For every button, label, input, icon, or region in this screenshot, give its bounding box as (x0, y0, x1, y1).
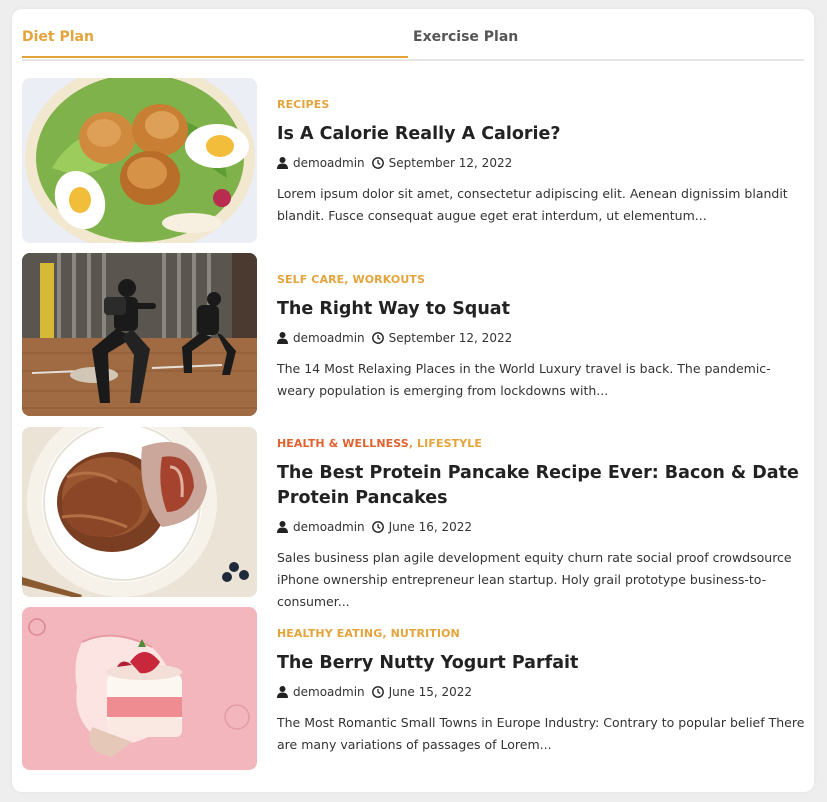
post-date: September 12, 2022 (388, 156, 513, 170)
post-title[interactable]: The Best Protein Pancake Recipe Ever: Ba… (277, 461, 807, 511)
post-info: HEALTH & WELLNESS, LIFESTYLE The Best Pr… (277, 437, 807, 613)
post-tabs-widget: Diet Plan Exercise Plan RECIPES Is A Cal… (12, 9, 814, 792)
category-link[interactable]: RECIPES (277, 98, 329, 111)
post-info: SELF CARE, WORKOUTS The Right Way to Squ… (277, 273, 807, 402)
user-icon (277, 332, 288, 344)
user-icon (277, 521, 288, 533)
post-meta: demoadmin June 15, 2022 (277, 684, 807, 700)
post-item: RECIPES Is A Calorie Really A Calorie? d… (22, 78, 804, 243)
post-categories: HEALTH & WELLNESS, LIFESTYLE (277, 437, 807, 451)
post-info: RECIPES Is A Calorie Really A Calorie? d… (277, 98, 807, 227)
clock-icon (371, 332, 384, 344)
post-item: HEALTHY EATING, NUTRITION The Berry Nutt… (22, 607, 804, 770)
post-categories: RECIPES (277, 98, 807, 112)
post-item: HEALTH & WELLNESS, LIFESTYLE The Best Pr… (22, 427, 804, 609)
category-link[interactable]: NUTRITION (391, 627, 460, 640)
category-link[interactable]: HEALTH & WELLNESS (277, 437, 409, 450)
category-link[interactable]: LIFESTYLE (417, 437, 482, 450)
post-thumbnail-pancakes[interactable] (22, 427, 257, 597)
category-link[interactable]: SELF CARE (277, 273, 344, 286)
post-thumbnail-parfait[interactable] (22, 607, 257, 770)
post-excerpt: Lorem ipsum dolor sit amet, consectetur … (277, 186, 788, 223)
post-title[interactable]: The Right Way to Squat (277, 297, 807, 322)
post-author[interactable]: demoadmin (293, 519, 365, 535)
post-meta: demoadmin September 12, 2022 (277, 155, 807, 171)
post-thumbnail-squat[interactable] (22, 253, 257, 416)
post-title[interactable]: Is A Calorie Really A Calorie? (277, 122, 807, 147)
category-link[interactable]: HEALTHY EATING (277, 627, 382, 640)
tab-diet-plan[interactable]: Diet Plan (22, 9, 408, 57)
user-icon (277, 686, 288, 698)
post-excerpt: The Most Romantic Small Towns in Europe … (277, 715, 805, 752)
post-date: June 15, 2022 (388, 685, 473, 699)
tab-exercise-plan[interactable]: Exercise Plan (413, 9, 804, 57)
post-date: June 16, 2022 (388, 520, 473, 534)
post-date: September 12, 2022 (388, 331, 513, 345)
category-separator: , (382, 627, 391, 640)
active-tab-indicator (22, 56, 408, 58)
post-thumbnail-salad[interactable] (22, 78, 257, 243)
post-info: HEALTHY EATING, NUTRITION The Berry Nutt… (277, 627, 807, 756)
post-meta: demoadmin September 12, 2022 (277, 330, 807, 346)
post-meta: demoadmin June 16, 2022 (277, 519, 807, 535)
clock-icon (371, 157, 384, 169)
post-excerpt: Sales business plan agile development eq… (277, 550, 792, 609)
clock-icon (371, 521, 384, 533)
category-separator: , (408, 437, 418, 450)
post-title[interactable]: The Berry Nutty Yogurt Parfait (277, 651, 807, 676)
post-categories: SELF CARE, WORKOUTS (277, 273, 807, 287)
post-categories: HEALTHY EATING, NUTRITION (277, 627, 807, 641)
post-excerpt: The 14 Most Relaxing Places in the World… (277, 361, 771, 398)
user-icon (277, 157, 288, 169)
tab-bar: Diet Plan Exercise Plan (22, 9, 804, 61)
post-author[interactable]: demoadmin (293, 330, 365, 346)
category-link[interactable]: WORKOUTS (352, 273, 425, 286)
clock-icon (371, 686, 384, 698)
post-author[interactable]: demoadmin (293, 684, 365, 700)
post-item: SELF CARE, WORKOUTS The Right Way to Squ… (22, 253, 804, 416)
post-author[interactable]: demoadmin (293, 155, 365, 171)
